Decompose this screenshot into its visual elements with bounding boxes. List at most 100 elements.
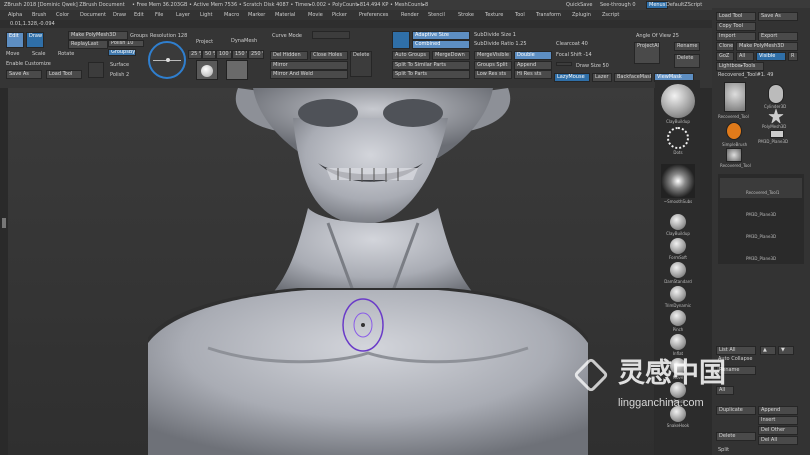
menu-item-render[interactable]: Render bbox=[401, 13, 419, 18]
menu-item-layer[interactable]: Layer bbox=[176, 13, 190, 18]
menu-item-texture[interactable]: Texture bbox=[485, 13, 503, 18]
groups-split-button[interactable]: Groups Split bbox=[474, 61, 512, 70]
quicksave-button[interactable]: QuickSave bbox=[566, 3, 592, 8]
r-button[interactable]: R bbox=[788, 52, 798, 61]
lightbox-tools-button[interactable]: Lightbox▸Tools bbox=[716, 62, 764, 71]
del-all-button[interactable]: Del All bbox=[758, 436, 798, 445]
load-tool-button[interactable]: Load Tool bbox=[716, 12, 756, 21]
merge-down-button[interactable]: MergeDown bbox=[432, 51, 470, 60]
menu-item-macro[interactable]: Macro bbox=[224, 13, 239, 18]
menu-item-light[interactable]: Light bbox=[200, 13, 212, 18]
tool-thumbnail[interactable] bbox=[726, 122, 742, 140]
focal-shift-slider[interactable]: Focal Shift -14 bbox=[556, 53, 592, 58]
subtool-item[interactable]: PM3D_Plane3D bbox=[720, 222, 802, 242]
menu-item-edit[interactable]: Edit bbox=[134, 13, 144, 18]
merge-visible-button[interactable]: MergeVisible bbox=[474, 51, 512, 60]
tool-thumbnail[interactable] bbox=[768, 84, 784, 104]
menus-button[interactable]: Menus bbox=[646, 1, 669, 9]
mirror-button[interactable]: Mirror bbox=[270, 61, 348, 70]
curve-mode-button[interactable]: Curve Mode bbox=[272, 34, 302, 39]
save-as-button[interactable]: Save As bbox=[758, 12, 798, 21]
del-hidden-button[interactable]: Del Hidden bbox=[270, 51, 308, 60]
menu-item-material[interactable]: Material bbox=[275, 13, 295, 18]
del-other-button[interactable]: Del Other bbox=[758, 426, 798, 435]
append-button[interactable]: Append bbox=[514, 61, 552, 70]
brush-clay-buildup[interactable]: ClayBuildup bbox=[659, 84, 697, 124]
rotate-button[interactable]: Rotate bbox=[58, 52, 74, 57]
menu-item-stroke[interactable]: Stroke bbox=[458, 13, 474, 18]
material-swatch-icon[interactable] bbox=[196, 60, 218, 80]
goz-button[interactable]: GoZ bbox=[716, 52, 734, 61]
percent-25-button[interactable]: 25 % bbox=[188, 50, 202, 59]
menu-item-preferences[interactable]: Preferences bbox=[359, 13, 388, 18]
draw-size-ring-icon[interactable] bbox=[148, 41, 186, 79]
split-similar-parts-button[interactable]: Split To Similar Parts bbox=[392, 61, 470, 70]
curve-mode-toggle[interactable] bbox=[312, 31, 350, 39]
subdivide-ratio-slider[interactable]: SubDivide Ratio 1.25 bbox=[474, 42, 527, 47]
brush-trimdynamic[interactable]: TrimDynamic bbox=[659, 286, 697, 308]
menu-item-file[interactable]: File bbox=[155, 13, 163, 18]
brush-damstandard[interactable]: DamStandard bbox=[659, 262, 697, 284]
adaptive-size-slider[interactable]: Adaptive Size bbox=[412, 31, 470, 40]
menu-item-tool[interactable]: Tool bbox=[515, 13, 525, 18]
draw-button[interactable]: Draw bbox=[26, 32, 44, 48]
tool-thumbnail[interactable] bbox=[726, 148, 742, 162]
menu-item-zplugin[interactable]: Zplugin bbox=[572, 13, 591, 18]
draw-size-slider[interactable]: Draw Size 50 bbox=[576, 64, 609, 69]
hi-res-sts-button[interactable]: Hi Res sts bbox=[514, 70, 552, 79]
brush-alpha[interactable]: ~SmoothSubs bbox=[659, 164, 697, 204]
groups-by-normals-toggle[interactable]: GroupsByNormals bbox=[108, 49, 136, 56]
brush-pinch[interactable]: Pinch bbox=[659, 310, 697, 332]
menu-item-document[interactable]: Document bbox=[80, 13, 106, 18]
tool-thumbnail[interactable] bbox=[770, 130, 784, 138]
texture-swatch-icon[interactable] bbox=[226, 60, 248, 80]
polish2-slider[interactable]: Polish 2 bbox=[110, 73, 129, 78]
arrow-up-icon[interactable]: ▲ bbox=[760, 346, 776, 355]
menu-item-color[interactable]: Color bbox=[56, 13, 69, 18]
make-polymesh-button[interactable]: Make PolyMesh3D bbox=[736, 42, 798, 51]
visible-button[interactable]: Visible bbox=[756, 52, 786, 61]
percent-100-button[interactable]: 100 % bbox=[216, 50, 232, 59]
double-button[interactable]: Double bbox=[514, 51, 552, 60]
polish-slider[interactable]: Polish 10 bbox=[108, 40, 144, 47]
arrow-down-icon[interactable]: ▼ bbox=[778, 346, 794, 355]
delete-subtool-button[interactable]: Delete bbox=[674, 54, 700, 68]
subtool-item[interactable]: Recovered_Tool1 bbox=[720, 178, 802, 198]
edit-button[interactable]: Edit bbox=[6, 32, 24, 48]
default-zscript-button[interactable]: DefaultZScript bbox=[666, 3, 702, 8]
resolution-slider[interactable]: Resolution 128 bbox=[150, 34, 187, 39]
close-holes-button[interactable]: Close Holes bbox=[310, 51, 348, 60]
scale-button[interactable]: Scale bbox=[32, 52, 45, 57]
low-res-sts-button[interactable]: Low Res sts bbox=[474, 70, 512, 79]
split-button[interactable]: Split bbox=[718, 448, 729, 453]
clearcoat-slider[interactable]: Clearcoat 40 bbox=[556, 42, 588, 47]
menu-item-transform[interactable]: Transform bbox=[536, 13, 561, 18]
auto-groups-button[interactable]: Auto Groups bbox=[392, 51, 430, 60]
menu-item-picker[interactable]: Picker bbox=[332, 13, 347, 18]
brush-formsoft[interactable]: FormSoft bbox=[659, 238, 697, 260]
mirror-and-weld-button[interactable]: Mirror And Weld bbox=[270, 70, 348, 79]
percent-250-button[interactable]: 250 % bbox=[248, 50, 264, 59]
brush-claybuildup[interactable]: ClayBuildup bbox=[659, 214, 697, 236]
delete-button[interactable]: Delete bbox=[716, 432, 756, 441]
replay-last-button[interactable]: ReplayLast bbox=[68, 40, 108, 49]
make-polymesh-button[interactable]: Make PolyMesh3D bbox=[68, 31, 128, 40]
move-button[interactable]: Move bbox=[6, 52, 19, 57]
export-button[interactable]: Export bbox=[758, 32, 798, 41]
clone-button[interactable]: Clone bbox=[716, 42, 734, 51]
import-button[interactable]: Import bbox=[716, 32, 756, 41]
menu-item-marker[interactable]: Marker bbox=[248, 13, 265, 18]
backface-mask-button[interactable]: BackfaceMask bbox=[614, 73, 652, 82]
zremesher-icon[interactable] bbox=[392, 31, 410, 49]
tool-thumbnail[interactable] bbox=[768, 108, 784, 124]
menu-item-stencil[interactable]: Stencil bbox=[428, 13, 445, 18]
canvas-viewport[interactable] bbox=[8, 88, 654, 455]
menu-item-zscript[interactable]: Zscript bbox=[602, 13, 619, 18]
insert-button[interactable]: Insert bbox=[758, 416, 798, 425]
rename-button[interactable]: Rename bbox=[674, 42, 700, 51]
copy-tool-button[interactable]: Copy Tool bbox=[716, 22, 756, 31]
load-tool-button[interactable]: Load Tool bbox=[46, 70, 82, 79]
zadd-toggle-icon[interactable] bbox=[556, 62, 572, 66]
delete-button[interactable]: Delete bbox=[350, 51, 372, 77]
subtool-item[interactable]: PM3D_Plane3D bbox=[720, 244, 802, 264]
